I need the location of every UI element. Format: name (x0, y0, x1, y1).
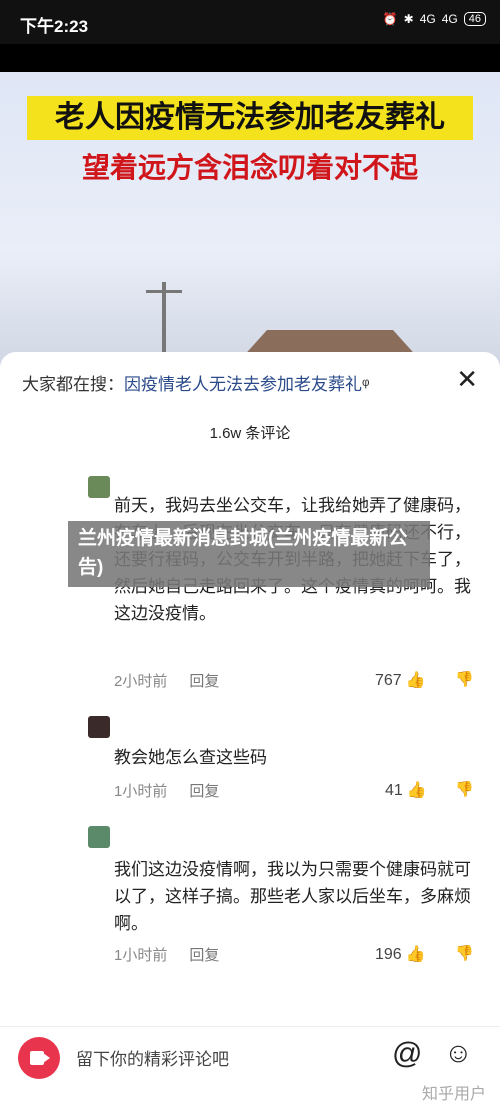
alarm-icon: ⏰ (382, 12, 398, 26)
comment-text: 教会她怎么查这些码 (114, 748, 267, 767)
thumb-up-icon: 👍 (406, 782, 427, 799)
battery-icon: 46 (463, 12, 486, 26)
emoji-icon[interactable]: ☺ (444, 1037, 473, 1069)
search-query[interactable]: 因疫情老人无法去参加老友葬礼 (124, 375, 362, 394)
comment-text: 我们这边没疫情啊，我以为只需要个健康码就可以了，这样子搞。那些老人家以后坐车，多… (114, 860, 471, 933)
pole-bar-graphic (146, 290, 182, 293)
like-button[interactable]: 767 👍 (375, 670, 426, 690)
avatar[interactable] (88, 476, 110, 498)
video-title-line1: 老人因疫情无法参加老友葬礼 (27, 96, 473, 140)
like-button[interactable]: 41 👍 (385, 780, 427, 800)
comment-input[interactable]: 留下你的精彩评论吧 (76, 1045, 229, 1070)
search-icon: ᵠ (362, 375, 370, 394)
reply-button[interactable]: 回复 (189, 673, 219, 690)
thumb-up-icon: 👍 (405, 946, 426, 963)
comment-time: 1小时前 (114, 783, 168, 800)
video-title-line2: 望着远方含泪念叨着对不起 (81, 152, 418, 183)
status-icons: ⏰ ✱ 4G 4G 46 (383, 12, 486, 26)
comment-meta: 1小时前 回复 (114, 780, 219, 801)
reply-button[interactable]: 回复 (189, 947, 219, 964)
like-button[interactable]: 196 👍 (375, 944, 426, 964)
watermark: 知乎用户 (421, 1086, 486, 1103)
avatar[interactable] (88, 826, 110, 848)
comment-time: 2小时前 (114, 673, 168, 690)
signal-a-icon: 4G (419, 12, 436, 26)
comment-meta: 1小时前 回复 (114, 944, 219, 965)
status-time: 下午2:23 (20, 17, 89, 36)
video-record-icon[interactable] (18, 1037, 60, 1079)
bluetooth-icon: ✱ (403, 12, 414, 26)
comment-sheet: 大家都在搜：因疫情老人无法去参加老友葬礼ᵠ ✕ 1.6w 条评论 前天，我妈去坐… (0, 352, 500, 1110)
like-count: 196 (375, 946, 402, 963)
close-icon[interactable]: ✕ (456, 364, 478, 395)
thumb-down-icon[interactable]: 👎 (455, 670, 474, 688)
reply-button[interactable]: 回复 (189, 783, 219, 800)
video-player[interactable]: 老人因疫情无法参加老友葬礼 望着远方含泪念叨着对不起 (0, 72, 500, 372)
comment-time: 1小时前 (114, 947, 168, 964)
comment-count: 1.6w 条评论 (209, 425, 291, 442)
avatar[interactable] (88, 716, 110, 738)
comment-meta: 2小时前 回复 (114, 670, 219, 691)
signal-b-icon: 4G (441, 12, 458, 26)
thumb-down-icon[interactable]: 👎 (455, 780, 474, 798)
like-count: 41 (385, 782, 403, 799)
search-suggestion[interactable]: 大家都在搜：因疫情老人无法去参加老友葬礼ᵠ (22, 370, 369, 395)
search-prefix: 大家都在搜： (22, 375, 124, 394)
like-count: 767 (375, 672, 402, 689)
mention-icon[interactable]: @ (392, 1037, 422, 1071)
status-bar: 下午2:23 ⏰ ✱ 4G 4G 46 (0, 0, 500, 44)
thumb-up-icon: 👍 (405, 672, 426, 689)
thumb-down-icon[interactable]: 👎 (455, 944, 474, 962)
headline-overlay: 兰州疫情最新消息封城(兰州疫情最新公告) (68, 521, 430, 587)
